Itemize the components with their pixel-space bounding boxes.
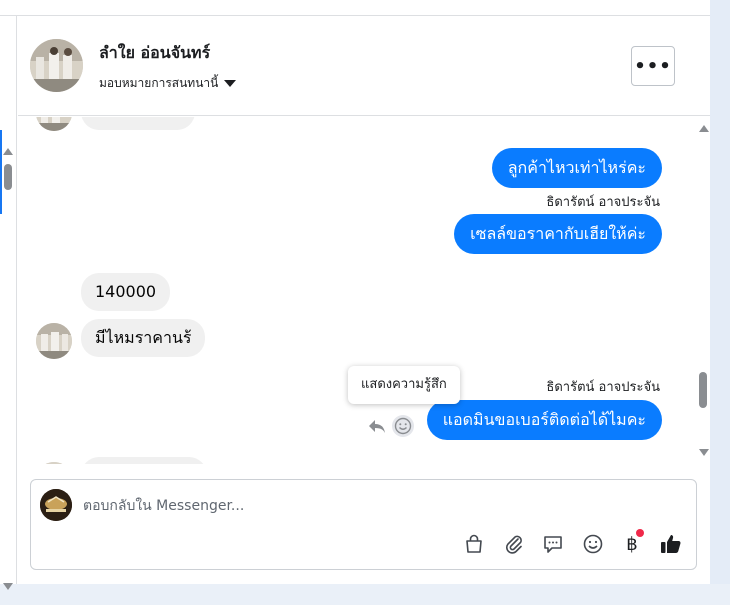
message-bubble-incoming[interactable] <box>81 117 195 130</box>
message-bubble-outgoing[interactable]: แอดมินขอเบอร์ติดต่อได้ไมคะ <box>426 400 662 440</box>
message-text: 140000 <box>95 282 157 301</box>
emoji-icon[interactable] <box>581 532 605 556</box>
thread-scrollbar-thumb[interactable] <box>699 372 707 408</box>
page-avatar <box>40 489 72 521</box>
contact-avatar-small[interactable] <box>36 323 72 359</box>
messenger-window: ลำใย อ่อนจันทร์ มอบหมายการสนทนานี้ ••• ล… <box>0 0 730 605</box>
message-text: ลูกค้าไหวเท่าไหร่คะ <box>507 158 646 177</box>
scroll-up-arrow-icon[interactable] <box>699 125 709 132</box>
message-bubble-outgoing[interactable]: เซลล์ขอราคากับเฮียให้ค่ะ <box>454 214 662 254</box>
notification-dot <box>636 529 644 537</box>
sender-name: ธิดารัตน์ อาจประจัน <box>546 380 660 395</box>
caret-down-icon <box>224 80 237 87</box>
more-options-button[interactable]: ••• <box>631 46 675 86</box>
reply-composer: ฿ <box>30 479 697 570</box>
baht-payment-icon[interactable]: ฿ <box>620 529 644 556</box>
assign-conversation-dropdown[interactable]: มอบหมายการสนทนานี้ <box>99 74 237 93</box>
scroll-up-arrow-icon[interactable] <box>3 148 13 155</box>
attachment-icon[interactable] <box>502 532 526 556</box>
message-text: มีไหมราคานร้ <box>95 328 192 347</box>
reaction-smiley-icon[interactable] <box>392 415 414 437</box>
contact-avatar-small <box>36 462 72 464</box>
conversation-list-edge <box>0 16 17 590</box>
message-text: เซลล์ขอราคากับเฮียให้ค่ะ <box>470 224 646 243</box>
sender-name: ธิดารัตน์ อาจประจัน <box>546 195 660 210</box>
page-background-bottom <box>0 584 730 605</box>
message-bubble-incoming[interactable]: มีไหมราคานร้ <box>81 319 206 357</box>
more-options-icon: ••• <box>634 55 672 77</box>
message-bubble-outgoing[interactable]: ลูกค้าไหวเท่าไหร่คะ <box>491 148 662 188</box>
scroll-down-arrow-icon[interactable] <box>3 583 13 590</box>
page-background-right <box>710 0 730 605</box>
message-thread: ลูกค้าไหวเท่าไหร่คะ ธิดารัตน์ อาจประจัน … <box>18 117 710 464</box>
like-icon[interactable] <box>659 532 683 556</box>
contact-name[interactable]: ลำใย อ่อนจันทร์ <box>99 41 210 66</box>
selected-conversation-indicator <box>0 130 2 214</box>
contact-avatar-small <box>36 117 72 131</box>
conversation-header: ลำใย อ่อนจันทร์ มอบหมายการสนทนานี้ ••• <box>18 16 710 116</box>
conversation-list-scrollbar[interactable] <box>4 164 12 190</box>
baht-symbol: ฿ <box>626 533 638 555</box>
contact-avatar[interactable] <box>30 39 83 92</box>
reply-icon[interactable] <box>366 415 388 437</box>
reaction-tooltip: แสดงความรู้สึก <box>348 366 460 404</box>
assign-conversation-label: มอบหมายการสนทนานี้ <box>99 76 219 90</box>
reply-input[interactable] <box>83 494 643 518</box>
message-bubble-incoming[interactable]: 140000 <box>81 273 171 311</box>
message-bubble-incoming[interactable] <box>81 457 207 464</box>
saved-replies-icon[interactable] <box>541 532 565 556</box>
shopping-bag-icon[interactable] <box>462 532 486 556</box>
scroll-down-arrow-icon[interactable] <box>699 449 709 456</box>
thread-scrollbar[interactable] <box>698 117 710 464</box>
message-text: แอดมินขอเบอร์ติดต่อได้ไมคะ <box>442 410 646 429</box>
